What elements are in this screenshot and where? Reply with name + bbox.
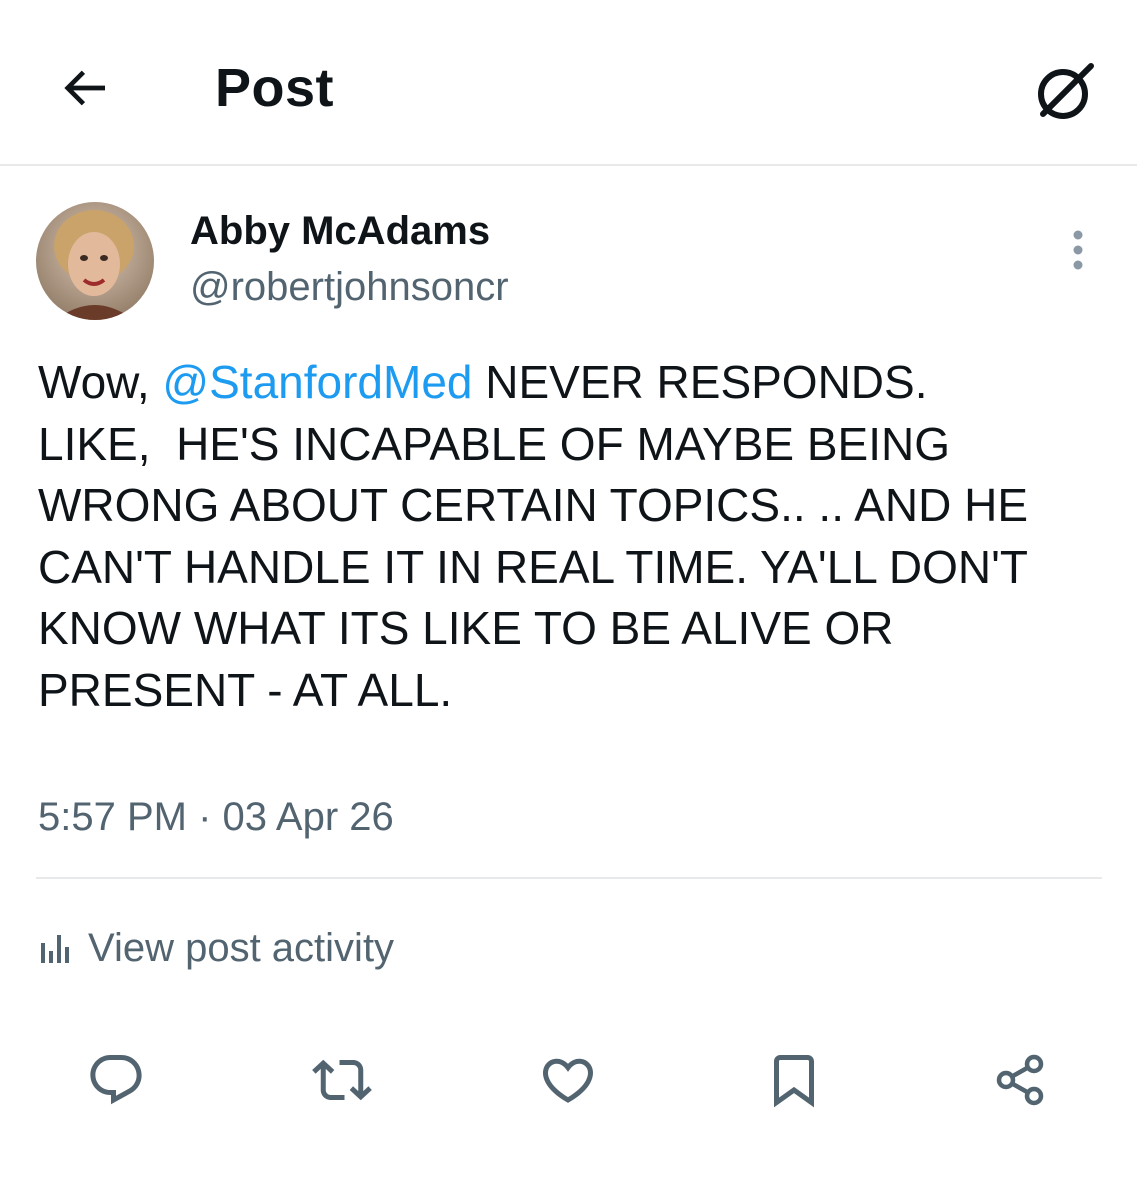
- like-icon: [542, 1058, 594, 1103]
- post-timestamp[interactable]: 5:57 PM · 03 Apr 26: [38, 792, 394, 842]
- mention-link[interactable]: @StanfordMed: [162, 356, 472, 408]
- post-text-lead: Wow,: [38, 356, 163, 408]
- repost-button[interactable]: [306, 1044, 378, 1116]
- view-post-activity-label: View post activity: [88, 926, 395, 970]
- author-name[interactable]: Abby McAdams: [190, 206, 490, 256]
- bookmark-button[interactable]: [758, 1044, 830, 1116]
- reply-icon: [90, 1055, 142, 1105]
- vertical-ellipsis-icon: [1073, 230, 1083, 270]
- grok-icon: [1038, 63, 1094, 119]
- like-button[interactable]: [532, 1044, 604, 1116]
- profile-photo-icon: [36, 202, 154, 320]
- divider: [36, 877, 1102, 879]
- top-bar: Post: [0, 0, 1137, 166]
- share-icon: [996, 1054, 1044, 1106]
- grok-button[interactable]: [1025, 52, 1105, 132]
- view-post-activity-link[interactable]: View post activity: [38, 920, 394, 976]
- repost-icon: [312, 1059, 372, 1101]
- back-button[interactable]: [48, 52, 120, 124]
- reply-button[interactable]: [80, 1044, 152, 1116]
- page-title: Post: [215, 58, 335, 118]
- analytics-icon: [41, 935, 69, 963]
- bookmark-icon: [774, 1055, 814, 1108]
- share-button[interactable]: [984, 1044, 1056, 1116]
- avatar[interactable]: [36, 202, 154, 320]
- post-text-body: NEVER RESPONDS. LIKE, HE'S INCAPABLE OF …: [38, 356, 1029, 716]
- arrow-left-icon: [64, 70, 105, 106]
- more-options-button[interactable]: [1056, 222, 1100, 278]
- post-text: Wow, @StanfordMed NEVER RESPONDS. LIKE, …: [38, 352, 1118, 721]
- author-handle[interactable]: @robertjohnsoncr: [190, 262, 509, 312]
